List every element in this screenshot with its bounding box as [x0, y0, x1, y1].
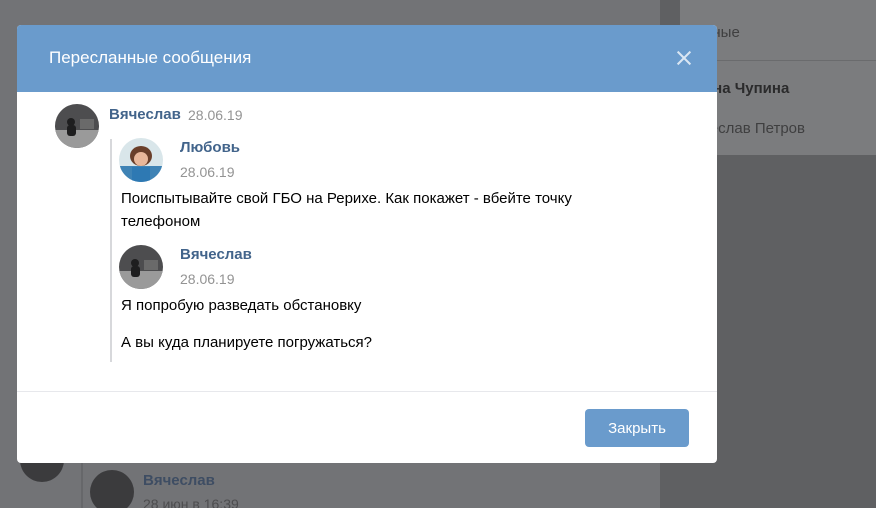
quote-bar	[81, 462, 83, 508]
close-icon[interactable]	[673, 47, 695, 69]
forwarded-date: 28.06.19	[180, 164, 235, 180]
forwarded-text: А вы куда планируете погружаться?	[121, 334, 373, 351]
dialog-title: Пересланные сообщения	[49, 48, 252, 67]
avatar[interactable]	[119, 138, 163, 182]
message-author[interactable]: Вячеслав	[143, 472, 215, 489]
avatar[interactable]	[55, 104, 99, 148]
close-button[interactable]: Закрыть	[585, 409, 689, 447]
dialog-body: Вячеслав 28.06.19 Любовь 28.06.19 Поиспы…	[17, 92, 717, 392]
avatar[interactable]	[119, 245, 163, 289]
avatar	[90, 470, 134, 508]
forwarded-text: Поиспытывайте свой ГБО на Рерихе. Как по…	[121, 190, 572, 230]
message-author[interactable]: Вячеслав	[109, 106, 181, 123]
dialog-footer: Закрыть	[17, 391, 717, 463]
forwarded-date: 28.06.19	[180, 271, 235, 287]
dialog-header: Пересланные сообщения	[17, 25, 717, 92]
forwarded-messages-dialog: Пересланные сообщения Вячеслав 28.06.19	[17, 25, 717, 463]
forwarded-text: Я попробую разведать обстановку	[121, 297, 362, 314]
message-date: 28.06.19	[188, 107, 243, 123]
message-time: 28 июн в 16:39	[143, 496, 239, 508]
forwarded-author[interactable]: Любовь	[180, 139, 240, 156]
forward-quote-bar	[110, 139, 112, 362]
forwarded-author[interactable]: Вячеслав	[180, 246, 252, 263]
